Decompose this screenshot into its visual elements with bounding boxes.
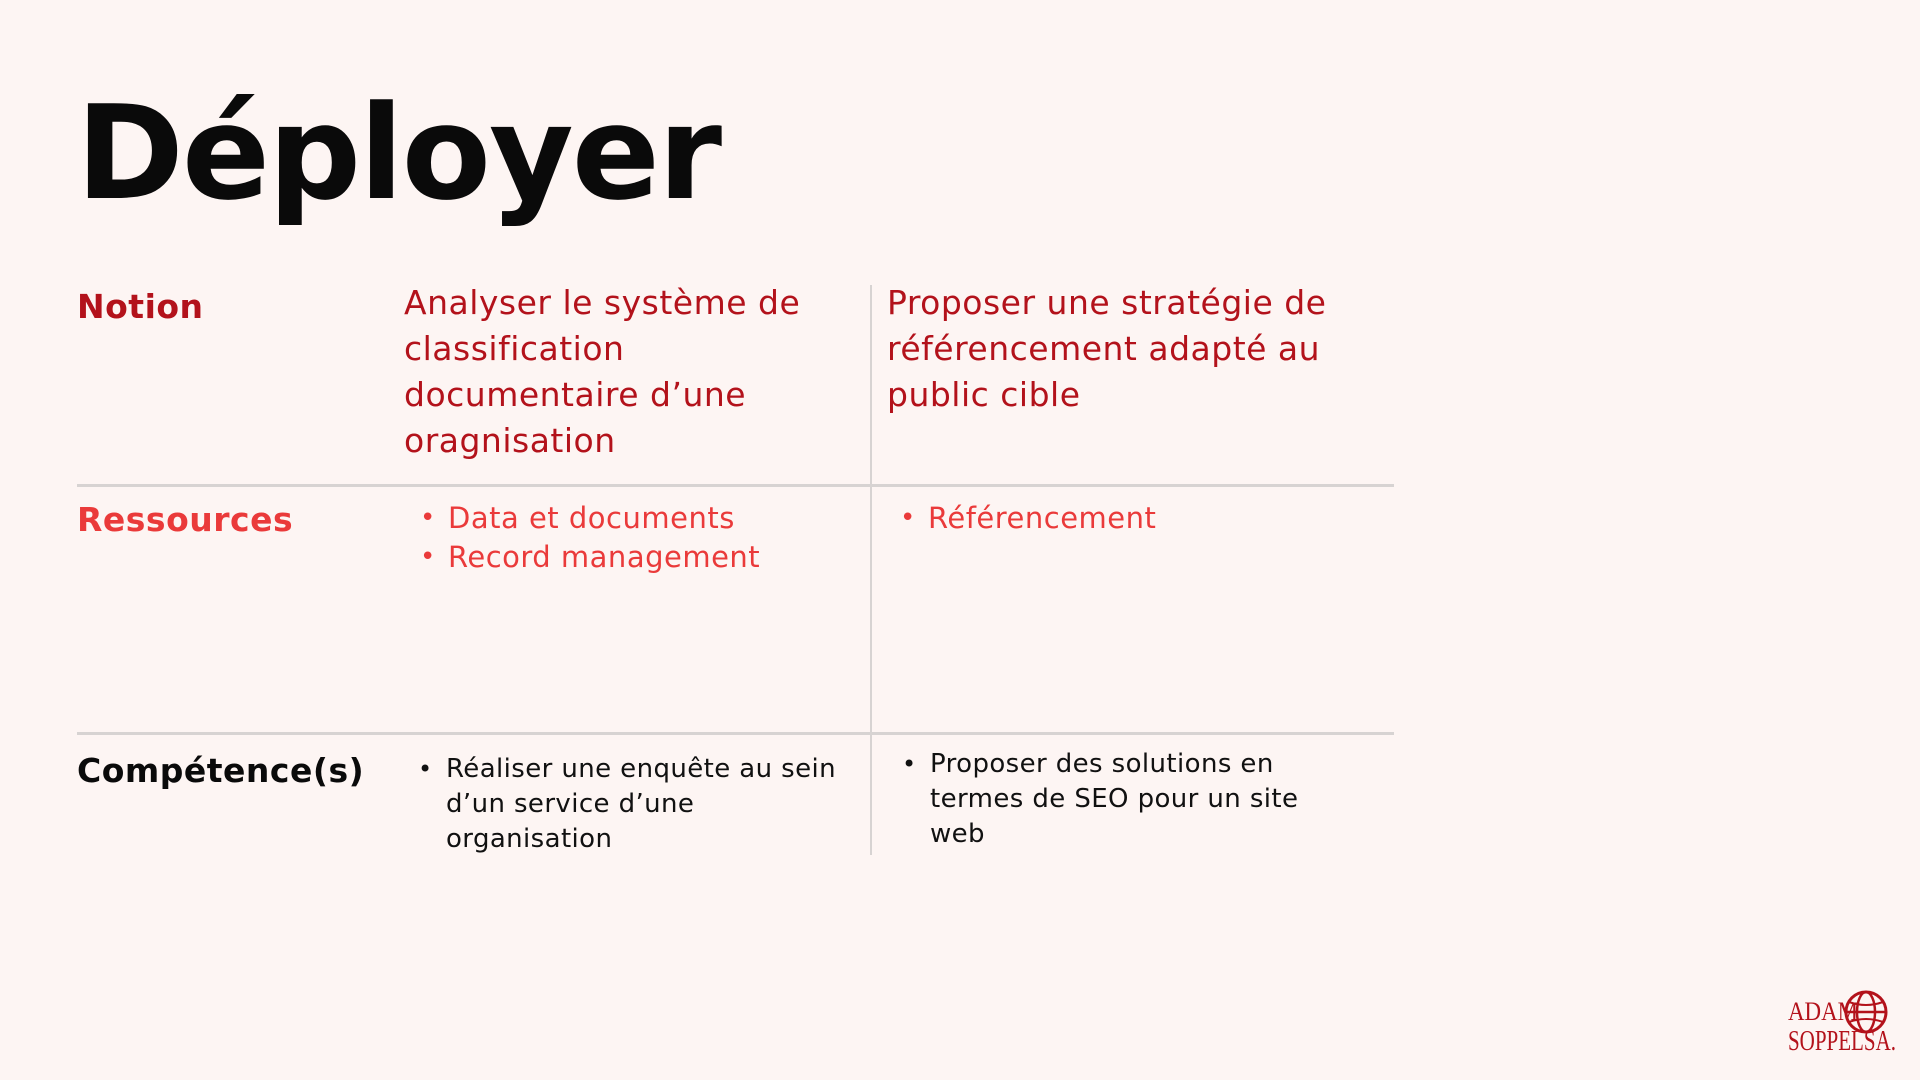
- competences-list-col1: • Réaliser une enquête au sein d’un servi…: [418, 752, 858, 857]
- ressources-row-label: Ressources: [77, 500, 294, 539]
- list-item-text: Record management: [448, 540, 761, 574]
- row-divider-1: [77, 484, 1394, 487]
- list-item-text: Référencement: [928, 501, 1157, 535]
- bullet-icon: •: [420, 503, 436, 533]
- list-item: • Proposer des solutions en termes de SEO…: [902, 747, 1342, 852]
- list-item-text: Data et documents: [448, 501, 735, 535]
- page-title: Déployer: [76, 77, 722, 229]
- ressources-list-col2: • Référencement: [900, 499, 1340, 538]
- notion-row-label: Notion: [77, 287, 204, 326]
- list-item-text: Proposer des solutions en termes de SEO …: [930, 749, 1299, 849]
- row-divider-2: [77, 732, 1394, 735]
- bullet-icon: •: [418, 755, 433, 783]
- notion-cell-col2: Proposer une stratégie de référencement …: [887, 283, 1327, 414]
- bullet-icon: •: [902, 750, 917, 778]
- bullet-icon: •: [900, 503, 916, 533]
- logo-line2: SOPPELSA.: [1788, 1026, 1896, 1056]
- brand-logo: ADAM SOPPELSA.: [1788, 990, 1896, 1056]
- bullet-icon: •: [420, 542, 436, 572]
- list-item: • Data et documents: [420, 499, 860, 538]
- list-item: • Record management: [420, 538, 860, 577]
- ressources-list-col1: • Data et documents • Record management: [420, 499, 860, 577]
- list-item-text: Réaliser une enquête au sein d’un servic…: [446, 754, 837, 854]
- list-item: • Référencement: [900, 499, 1340, 538]
- column-divider: [870, 285, 872, 855]
- logo-line1: ADAM: [1788, 997, 1858, 1026]
- notion-cell-col1: Analyser le système de classification do…: [404, 283, 801, 460]
- competences-row-label: Compétence(s): [77, 751, 365, 790]
- competences-list-col2: • Proposer des solutions en termes de SEO…: [902, 747, 1342, 852]
- list-item: • Réaliser une enquête au sein d’un servi…: [418, 752, 858, 857]
